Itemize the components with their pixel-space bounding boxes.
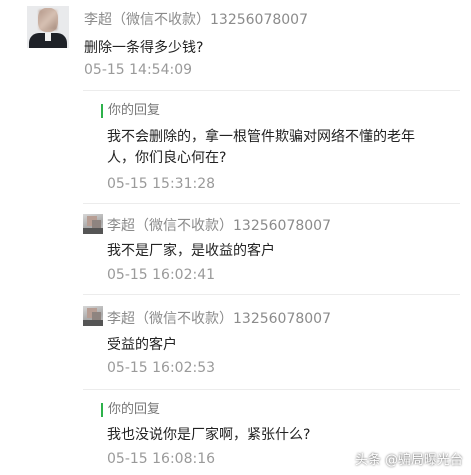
commenter-avatar[interactable] <box>83 306 103 326</box>
reply-text: 我不是厂家，是收益的客户 <box>107 243 275 259</box>
your-reply-label: 你的回复 <box>101 104 160 118</box>
commenter-avatar[interactable] <box>83 214 103 234</box>
avatar-collar-shape <box>45 33 51 41</box>
reply-text: 受益的客户 <box>107 337 177 353</box>
avatar-block-shape <box>92 220 101 228</box>
reply-text-line: 我不会删除的，拿一根管件欺骗对网络不懂的老年 <box>107 129 415 145</box>
reply-item: 李超（微信不收款）13256078007 我不是厂家，是收益的客户 05-15 … <box>83 203 460 295</box>
reply-timestamp: 05-15 15:31:28 <box>107 176 216 192</box>
your-reply-label: 你的回复 <box>101 403 160 417</box>
avatar-block-shape <box>83 320 103 326</box>
commenter-name[interactable]: 李超（微信不收款）13256078007 <box>107 308 331 328</box>
avatar-block-shape <box>83 228 103 234</box>
avatar-block-shape <box>92 312 101 320</box>
avatar-blur-overlay <box>39 10 57 30</box>
comment-timestamp: 05-15 14:54:09 <box>84 62 193 78</box>
reply-timestamp: 05-15 16:08:16 <box>107 451 216 467</box>
reply-text-line: 人，你们良心何在? <box>107 150 227 166</box>
main-comment: 李超（微信不收款）13256078007 删除一条得多少钱? 05-15 14:… <box>0 0 471 90</box>
reply-text: 我不会删除的，拿一根管件欺骗对网络不懂的老年 人，你们良心何在? <box>107 127 415 169</box>
reply-timestamp: 05-15 16:02:41 <box>107 267 216 283</box>
watermark-text: 头条 @骗局曝光台 <box>354 453 463 468</box>
reply-timestamp: 05-15 16:02:53 <box>107 360 216 376</box>
commenter-name[interactable]: 李超（微信不收款）13256078007 <box>107 215 331 235</box>
comment-text: 删除一条得多少钱? <box>84 40 204 56</box>
reply-item: 李超（微信不收款）13256078007 受益的客户 05-15 16:02:5… <box>83 294 460 390</box>
user-avatar[interactable] <box>27 6 69 48</box>
commenter-name[interactable]: 李超（微信不收款）13256078007 <box>84 9 308 29</box>
reply-text: 我也没说你是厂家啊，紧张什么? <box>107 427 311 443</box>
reply-item: 你的回复 我不会删除的，拿一根管件欺骗对网络不懂的老年 人，你们良心何在? 05… <box>83 90 460 204</box>
